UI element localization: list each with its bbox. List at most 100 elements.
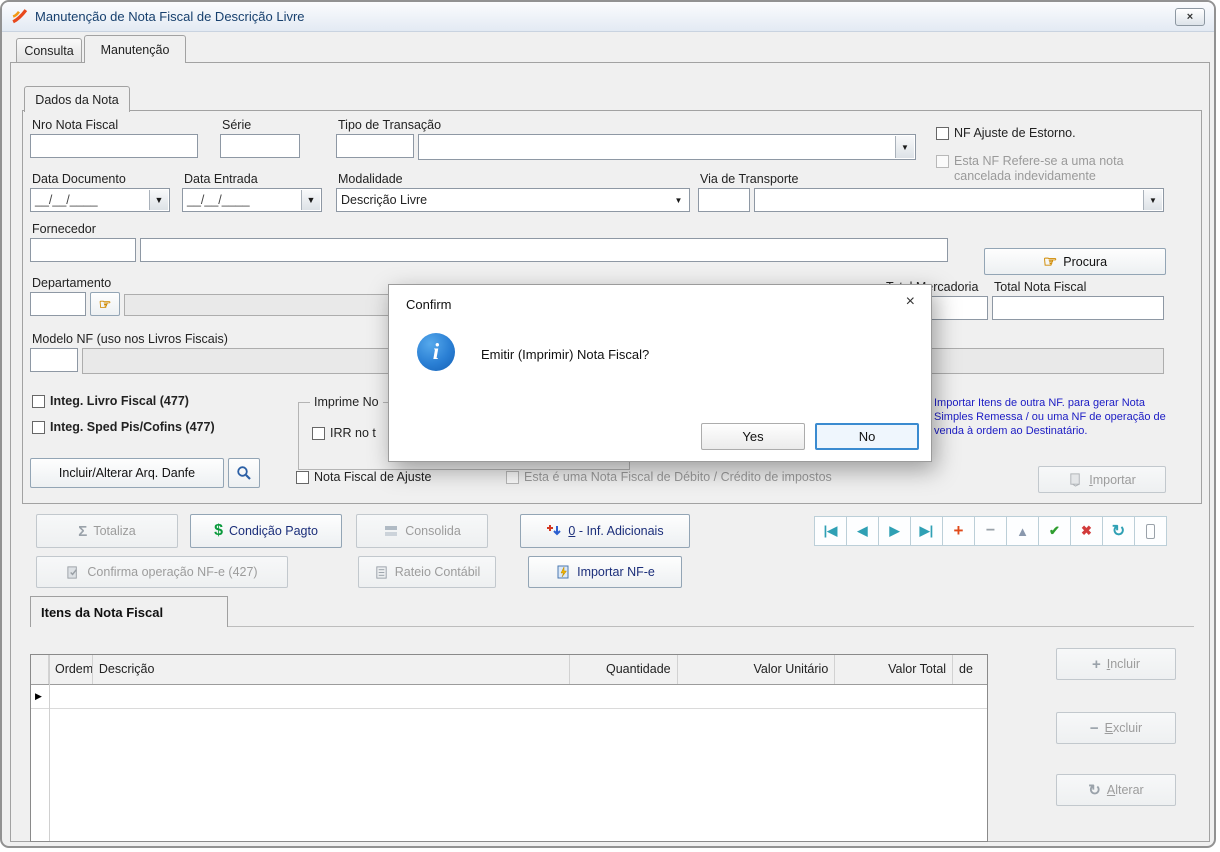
column-de: de [959, 662, 973, 676]
total-nota-fiscal-input[interactable] [992, 296, 1164, 320]
nav-next-icon: ▶ [889, 523, 900, 538]
condicao-pagto-button[interactable]: $ Condição Pagto [190, 514, 342, 548]
checkbox-box[interactable] [296, 471, 309, 484]
chevron-down-icon[interactable]: ▼ [149, 190, 168, 210]
danfe-button[interactable]: Incluir/Alterar Arq. Danfe [30, 458, 224, 488]
window-close-button[interactable]: × [1175, 7, 1205, 26]
checkbox-box[interactable] [32, 395, 45, 408]
nav-extra-button[interactable] [1134, 516, 1167, 546]
nf-ajuste-estorno-label: NF Ajuste de Estorno. [954, 126, 1076, 140]
confirma-nfe-label: Confirma operação NF-e (427) [87, 565, 258, 579]
table-row[interactable]: ▶ [31, 685, 987, 709]
imprime-group-caption: Imprime No [310, 395, 383, 409]
integ-livro-fiscal-checkbox[interactable]: Integ. Livro Fiscal (477) [32, 394, 189, 409]
inf-adicionais-button[interactable]: 0 - Inf. Adicionais [520, 514, 690, 548]
via-transporte-code-input[interactable] [698, 188, 750, 212]
modalidade-select[interactable]: Descrição Livre ▼ [336, 188, 690, 212]
chevron-down-icon[interactable]: ▼ [1143, 190, 1162, 210]
additional-info-icon [547, 525, 562, 536]
tipo-transacao-code-input[interactable] [336, 134, 414, 158]
irr-checkbox[interactable]: IRR no t [312, 426, 376, 441]
procura-button[interactable]: ☞ Procura [984, 248, 1166, 275]
nav-edit-icon: ▲ [1016, 523, 1029, 539]
data-documento-input[interactable]: __/__/____ ▼ [30, 188, 170, 212]
nro-nota-fiscal-input[interactable] [30, 134, 198, 158]
data-entrada-value: __/__/____ [187, 193, 250, 207]
tipo-transacao-select[interactable]: ▼ [418, 134, 916, 160]
tab-consulta-label: Consulta [24, 43, 74, 58]
tipo-transacao-label: Tipo de Transação [338, 118, 442, 132]
totaliza-button: Σ Totaliza [36, 514, 178, 548]
chevron-down-icon[interactable]: ▼ [895, 136, 914, 158]
nav-prior-icon: ◀ [857, 523, 868, 538]
importar-nfe-label: Importar NF-e [577, 565, 655, 579]
import-icon [1070, 473, 1080, 487]
column-ordem: Ordem [49, 655, 93, 684]
no-button[interactable]: No [815, 423, 919, 450]
tab-manutencao-label: Manutenção [100, 42, 170, 57]
nav-insert-button[interactable]: + [942, 516, 975, 546]
dialog-message: Emitir (Imprimir) Nota Fiscal? [481, 347, 650, 362]
nav-post-button[interactable]: ✔ [1038, 516, 1071, 546]
current-row-marker-icon: ▶ [35, 691, 42, 701]
nav-delete-button[interactable]: − [974, 516, 1007, 546]
nav-refresh-icon: ↻ [1111, 523, 1126, 540]
info-glyph: i [432, 339, 440, 364]
data-entrada-input[interactable]: __/__/____ ▼ [182, 188, 322, 212]
plus-icon: + [1091, 655, 1101, 673]
via-transporte-label: Via de Transporte [700, 172, 799, 186]
fornecedor-name-input[interactable] [140, 238, 948, 262]
importar-nfe-button[interactable]: Importar NF-e [528, 556, 682, 588]
checkbox-box[interactable] [312, 427, 325, 440]
nav-first-button[interactable]: |◀ [814, 516, 847, 546]
alterar-button: ↻ Alterar [1056, 774, 1176, 806]
integ-sped-checkbox[interactable]: Integ. Sped Pis/Cofins (477) [32, 420, 215, 435]
sigma-icon: Σ [78, 522, 88, 540]
dialog-title: Confirm [406, 297, 452, 312]
excluir-button: − Excluir [1056, 712, 1176, 744]
nav-last-button[interactable]: ▶| [910, 516, 943, 546]
fornecedor-code-input[interactable] [30, 238, 136, 262]
column-quantidade: Quantidade [570, 655, 678, 684]
nav-delete-icon: − [985, 522, 996, 539]
nf-ajuste-estorno-checkbox[interactable]: NF Ajuste de Estorno. [936, 126, 1076, 141]
items-grid: Ordem Descrição Quantidade Valor Unitári… [30, 654, 988, 842]
minus-icon: − [1089, 719, 1099, 737]
nf-debito-credito-label: Esta é uma Nota Fiscal de Débito / Crédi… [524, 470, 832, 484]
nav-next-button[interactable]: ▶ [878, 516, 911, 546]
alterar-label: Alterar [1106, 783, 1144, 797]
title-bar: Manutenção de Nota Fiscal de Descrição L… [2, 2, 1214, 32]
chevron-down-icon[interactable]: ▼ [301, 190, 320, 210]
nav-cancel-button[interactable]: ✖ [1070, 516, 1103, 546]
checkbox-box[interactable] [32, 421, 45, 434]
nav-refresh-button[interactable]: ↻ [1102, 516, 1135, 546]
modalidade-value: Descrição Livre [341, 193, 428, 207]
items-section-tab[interactable]: Itens da Nota Fiscal [30, 596, 228, 627]
departamento-code-input[interactable] [30, 292, 86, 316]
tab-manutencao[interactable]: Manutenção [84, 35, 186, 63]
tab-consulta[interactable]: Consulta [16, 38, 82, 62]
tab-dados-da-nota[interactable]: Dados da Nota [24, 86, 130, 112]
importar-hint-text: Importar Itens de outra NF. para gerar N… [934, 397, 1166, 437]
danfe-search-button[interactable] [228, 458, 260, 488]
data-entrada-label: Data Entrada [184, 172, 258, 186]
departamento-lookup-button[interactable]: ☞ [90, 292, 120, 316]
nota-fiscal-ajuste-checkbox[interactable]: Nota Fiscal de Ajuste [296, 470, 431, 485]
totaliza-label: Totaliza [93, 524, 136, 538]
nf-debito-credito-checkbox: Esta é uma Nota Fiscal de Débito / Crédi… [506, 470, 832, 485]
refresh-icon: ↻ [1088, 782, 1101, 799]
modelo-nf-code-input[interactable] [30, 348, 78, 372]
nav-prior-button[interactable]: ◀ [846, 516, 879, 546]
checkbox-box[interactable] [936, 127, 949, 140]
info-icon: i [417, 333, 455, 371]
via-transporte-select[interactable]: ▼ [754, 188, 1164, 212]
yes-button[interactable]: Yes [701, 423, 805, 450]
nav-edit-button[interactable]: ▲ [1006, 516, 1039, 546]
rateio-contabil-button: Rateio Contábil [358, 556, 496, 588]
incluir-label: Incluir [1106, 657, 1141, 671]
serie-input[interactable] [220, 134, 300, 158]
dialog-close-button[interactable]: × [906, 293, 915, 311]
departamento-label: Departamento [32, 276, 112, 290]
chevron-down-icon[interactable]: ▼ [669, 190, 688, 210]
column-descricao: Descrição [93, 655, 570, 684]
